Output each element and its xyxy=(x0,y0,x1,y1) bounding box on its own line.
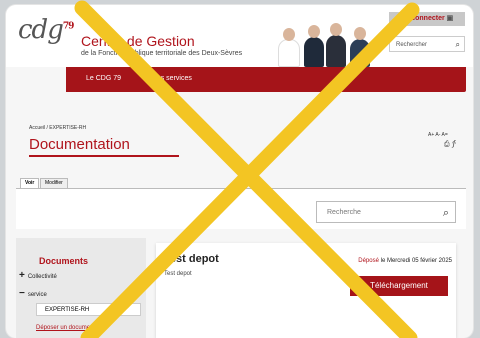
document-search-input[interactable]: Recherche ⌕ xyxy=(316,201,456,223)
documents-sidebar: Documents + Collectivité − service EXPERTI… xyxy=(16,238,146,338)
sidebar-item-label: Collectivité xyxy=(27,274,57,280)
document-card: Test depot Test depot Déposé le Mercredi… xyxy=(156,243,456,338)
person-head xyxy=(283,28,295,41)
page-tools: ⎙ ∱ xyxy=(444,141,456,149)
sidebar-title: Documents xyxy=(39,256,89,266)
download-button[interactable]: Téléchargement xyxy=(350,276,448,296)
font-size-controls[interactable]: A+ A- A= xyxy=(428,132,448,138)
site-header: cdg79 Centre de Gestion de la Fonction p… xyxy=(6,5,473,67)
sidebar-item-expertise-rh[interactable]: EXPERTISE-RH xyxy=(36,303,141,316)
search-panel: Recherche ⌕ xyxy=(16,189,466,229)
search-icon[interactable]: ⌕ xyxy=(456,37,460,53)
upload-document-link[interactable]: Déposer un document xyxy=(36,325,95,331)
person-head xyxy=(354,27,366,40)
person-head xyxy=(330,23,342,36)
person-figure xyxy=(304,25,324,67)
login-label: Se connecter xyxy=(400,15,445,22)
document-date: Déposé le Mercredi 05 février 2025 xyxy=(358,258,452,264)
nav-item-cdg79[interactable]: Le CDG 79 xyxy=(86,75,121,82)
person-figure xyxy=(326,23,346,67)
main-nav: Le CDG 79 Autres services xyxy=(66,67,466,92)
print-icon[interactable]: ⎙ xyxy=(444,141,450,148)
document-title[interactable]: Test depot xyxy=(164,253,219,265)
sidebar-item-label: service xyxy=(27,292,47,298)
tab-modifier[interactable]: Modifier xyxy=(40,178,68,188)
screenshot-frame: cdg79 Centre de Gestion de la Fonction p… xyxy=(0,0,480,338)
share-icon[interactable]: ∱ xyxy=(452,141,456,148)
header-search-input[interactable]: Rechercher ⌕ xyxy=(389,36,465,52)
view-tabs: Voir Modifier xyxy=(16,178,466,189)
sidebar-item-collectivite[interactable]: + Collectivité xyxy=(19,270,57,281)
document-description: Test depot xyxy=(164,271,192,277)
staff-photo xyxy=(274,21,384,67)
browser-page: cdg79 Centre de Gestion de la Fonction p… xyxy=(6,5,473,338)
person-figure xyxy=(278,28,300,67)
logo-text: cdg xyxy=(18,15,64,45)
search-icon[interactable]: ⌕ xyxy=(443,202,449,224)
search-placeholder: Recherche xyxy=(327,209,361,216)
org-subtitle: de la Fonction publique territoriale des… xyxy=(81,50,243,57)
posted-date: le Mercredi 05 février 2025 xyxy=(380,258,452,264)
sidebar-item-service[interactable]: − service xyxy=(19,288,47,299)
person-figure xyxy=(350,27,370,67)
person-head xyxy=(308,25,320,38)
lock-icon: ▣ xyxy=(446,15,454,22)
logo-number: 79 xyxy=(62,21,74,32)
page-title: Documentation xyxy=(29,136,130,153)
posted-label: Déposé xyxy=(358,258,379,264)
header-search-placeholder: Rechercher xyxy=(396,42,428,48)
cdg-logo[interactable]: cdg79 xyxy=(18,15,74,45)
title-underline xyxy=(29,155,179,157)
org-title: Centre de Gestion xyxy=(81,33,195,49)
breadcrumb[interactable]: Accueil / EXPERTISE-RH xyxy=(29,125,86,131)
login-button[interactable]: Se connecter ▣ xyxy=(389,12,465,26)
minus-icon: − xyxy=(19,288,25,299)
nav-item-other-services[interactable]: Autres services xyxy=(144,75,192,82)
tab-voir[interactable]: Voir xyxy=(20,178,40,188)
plus-icon: + xyxy=(19,270,25,281)
